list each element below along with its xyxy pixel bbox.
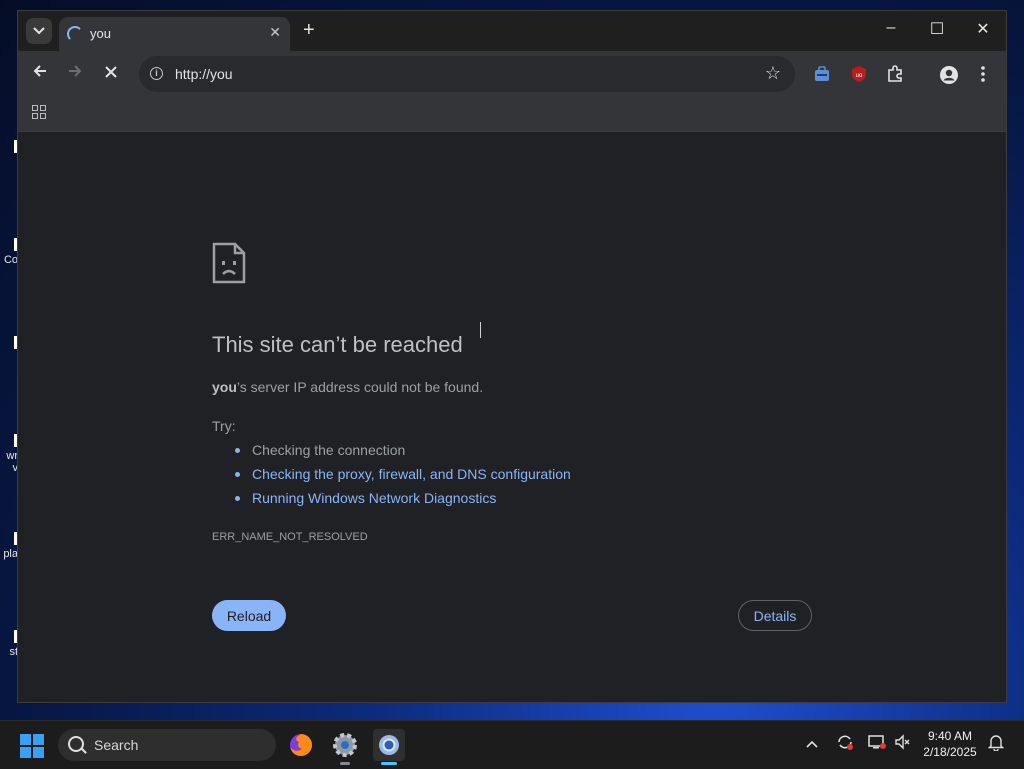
- clock-date: 2/18/2025: [923, 745, 977, 759]
- suggestion-check-connection: Checking the connection: [212, 438, 571, 462]
- close-icon: [105, 66, 117, 78]
- desktop-icon-label: pla: [3, 548, 18, 560]
- taskbar: Search 9:40 AM 2/18/2025: [0, 720, 1024, 769]
- active-indicator: [381, 762, 397, 765]
- error-host: you: [212, 379, 237, 395]
- bookmarks-bar: [18, 97, 1006, 132]
- details-button[interactable]: Details: [738, 600, 812, 631]
- error-code: ERR_NAME_NOT_RESOLVED: [212, 531, 368, 543]
- clock-time: 9:40 AM: [927, 729, 973, 743]
- error-title: This site can’t be reached: [212, 332, 463, 357]
- minimize-button[interactable]: –: [876, 19, 906, 37]
- sad-page-icon: [212, 242, 246, 289]
- menu-button[interactable]: [980, 65, 998, 83]
- desktop-icon[interactable]: [0, 336, 18, 352]
- gear-icon: [333, 733, 357, 757]
- site-info-icon[interactable]: i: [150, 67, 163, 80]
- firefox-icon-graphic: [290, 734, 312, 756]
- svg-text:uo: uo: [856, 73, 863, 79]
- address-bar[interactable]: i ☆: [139, 56, 795, 92]
- reload-button[interactable]: Reload: [212, 600, 286, 631]
- desktop-icon-label: wr: [6, 450, 18, 462]
- system-clock[interactable]: 9:40 AM 2/18/2025: [916, 728, 984, 760]
- start-button[interactable]: [20, 734, 44, 758]
- maximize-button[interactable]: ☐: [922, 19, 952, 39]
- volume-muted-icon[interactable]: [894, 734, 910, 753]
- puzzle-extensions-icon[interactable]: [886, 65, 904, 83]
- close-icon[interactable]: ✕: [269, 24, 281, 41]
- desktop-icon[interactable]: st: [0, 630, 18, 658]
- tab-strip: you ✕ + – ☐ ✕: [18, 11, 1006, 51]
- error-description: you’s server IP address could not be fou…: [212, 379, 483, 395]
- stop-loading-button[interactable]: [104, 63, 118, 83]
- loading-spinner-icon: [67, 26, 83, 42]
- ublock-extension-icon-graphic: uo: [852, 66, 866, 82]
- sync-status-icon[interactable]: [836, 733, 854, 754]
- puzzle-icon: [888, 65, 902, 82]
- url-input[interactable]: [175, 64, 735, 84]
- plus-icon: +: [303, 19, 315, 41]
- toolbox-extension-icon-graphic: [815, 66, 829, 81]
- running-indicator: [340, 762, 350, 765]
- suggestion-network-diagnostics-link[interactable]: Running Windows Network Diagnostics: [212, 486, 571, 510]
- toolbox-extension-icon[interactable]: [813, 65, 831, 83]
- chevron-down-icon: [33, 27, 45, 35]
- error-description-text: ’s server IP address could not be found.: [236, 379, 484, 395]
- new-tab-button[interactable]: +: [303, 20, 315, 40]
- ublock-extension-icon[interactable]: uo: [850, 65, 868, 83]
- tab-you[interactable]: you ✕: [59, 17, 290, 51]
- desktop-icon-label: st: [9, 646, 18, 658]
- profile-button[interactable]: [939, 65, 958, 84]
- desktop-icon[interactable]: wr v: [0, 434, 18, 474]
- chrome-icon-graphic: [379, 735, 399, 755]
- suggestion-check-proxy-link[interactable]: Checking the proxy, firewall, and DNS co…: [212, 462, 571, 486]
- forward-button[interactable]: [67, 63, 83, 83]
- kebab-menu-icon: [981, 66, 985, 82]
- chrome-icon[interactable]: [373, 729, 405, 765]
- bookmark-star-icon[interactable]: ☆: [765, 63, 781, 84]
- suggestion-list: Checking the connection Checking the pro…: [212, 438, 571, 510]
- desktop-icon[interactable]: Co: [0, 238, 18, 266]
- back-button[interactable]: [32, 63, 48, 83]
- tab-title: you: [90, 26, 111, 41]
- text-cursor: [480, 322, 481, 338]
- close-window-button[interactable]: ✕: [968, 19, 998, 39]
- network-icon[interactable]: [867, 733, 887, 754]
- taskbar-search[interactable]: Search: [58, 729, 276, 761]
- desktop-icon[interactable]: [0, 140, 18, 156]
- forward-arrow-icon: [69, 65, 82, 77]
- search-icon: [68, 736, 84, 752]
- browser-window: you ✕ + – ☐ ✕ i ☆ uo: [17, 10, 1007, 703]
- desktop-icon[interactable]: pla: [0, 532, 18, 560]
- try-label: Try:: [212, 418, 236, 434]
- profile-avatar-icon: [940, 66, 958, 84]
- page-content: This site can’t be reached you’s server …: [18, 132, 1006, 702]
- firefox-icon[interactable]: [285, 729, 317, 761]
- desktop-icon-label: Co: [3, 254, 18, 266]
- show-hidden-icons-chevron-icon[interactable]: [806, 735, 818, 751]
- notifications-bell-icon[interactable]: [987, 733, 1005, 754]
- apps-grid-icon[interactable]: [32, 105, 46, 119]
- toolbar: i ☆ uo: [18, 51, 1006, 97]
- settings-gear-icon[interactable]: [329, 729, 361, 765]
- back-arrow-icon: [33, 65, 46, 77]
- taskbar-search-label: Search: [94, 737, 139, 753]
- desktop-icon-label: v: [12, 462, 19, 474]
- tab-search-button[interactable]: [26, 18, 52, 44]
